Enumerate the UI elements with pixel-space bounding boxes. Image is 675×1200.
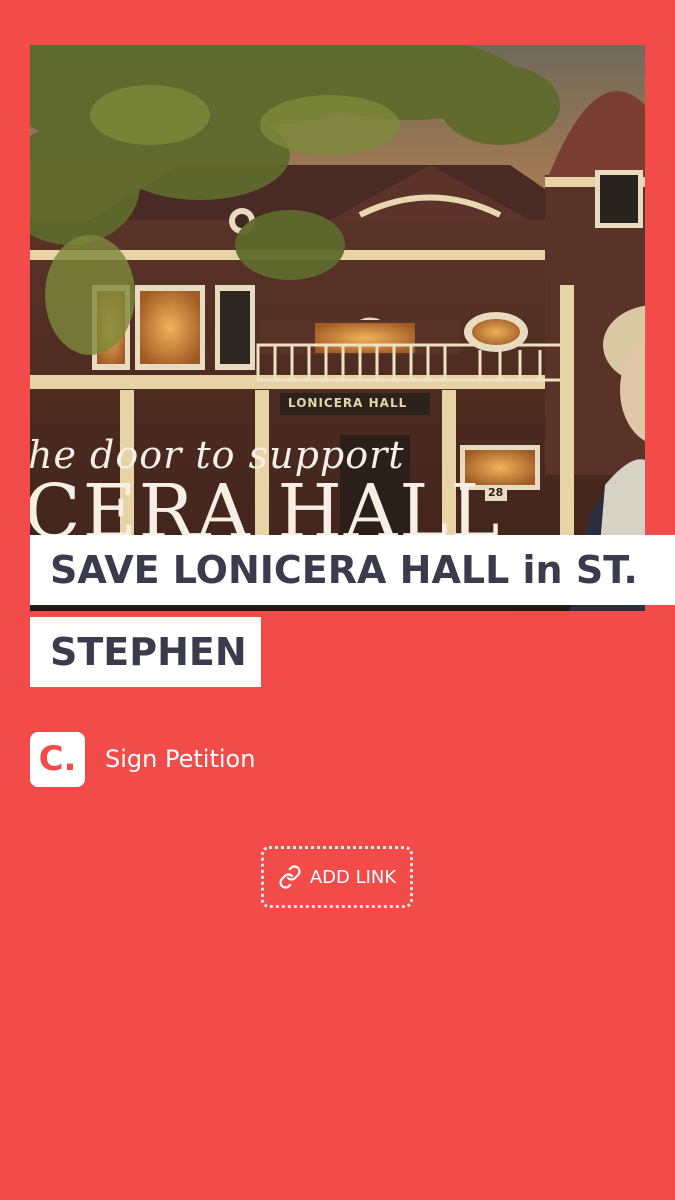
house-number: 28 [488,486,504,499]
add-link-label: ADD LINK [309,866,397,888]
title-line2: STEPHEN [50,630,247,674]
title-line1: SAVE LONICERA HALL in ST. [50,548,638,592]
change-org-logo-icon: C. [30,731,85,787]
add-link-button[interactable]: ADD LINK [261,846,413,908]
building-illustration [30,45,645,611]
title-band-line2[interactable]: STEPHEN [30,617,261,687]
story-photo[interactable]: he door to support CERA HALL E. Ganong S… [30,45,645,611]
link-icon [278,865,302,889]
sign-petition-link[interactable]: C. Sign Petition [30,731,255,787]
sign-petition-label: Sign Petition [105,745,256,773]
title-band-line1[interactable]: SAVE LONICERA HALL in ST. [30,535,675,605]
story-canvas: he door to support CERA HALL E. Ganong S… [0,0,675,1200]
building-sign: LONICERA HALL [288,396,408,410]
